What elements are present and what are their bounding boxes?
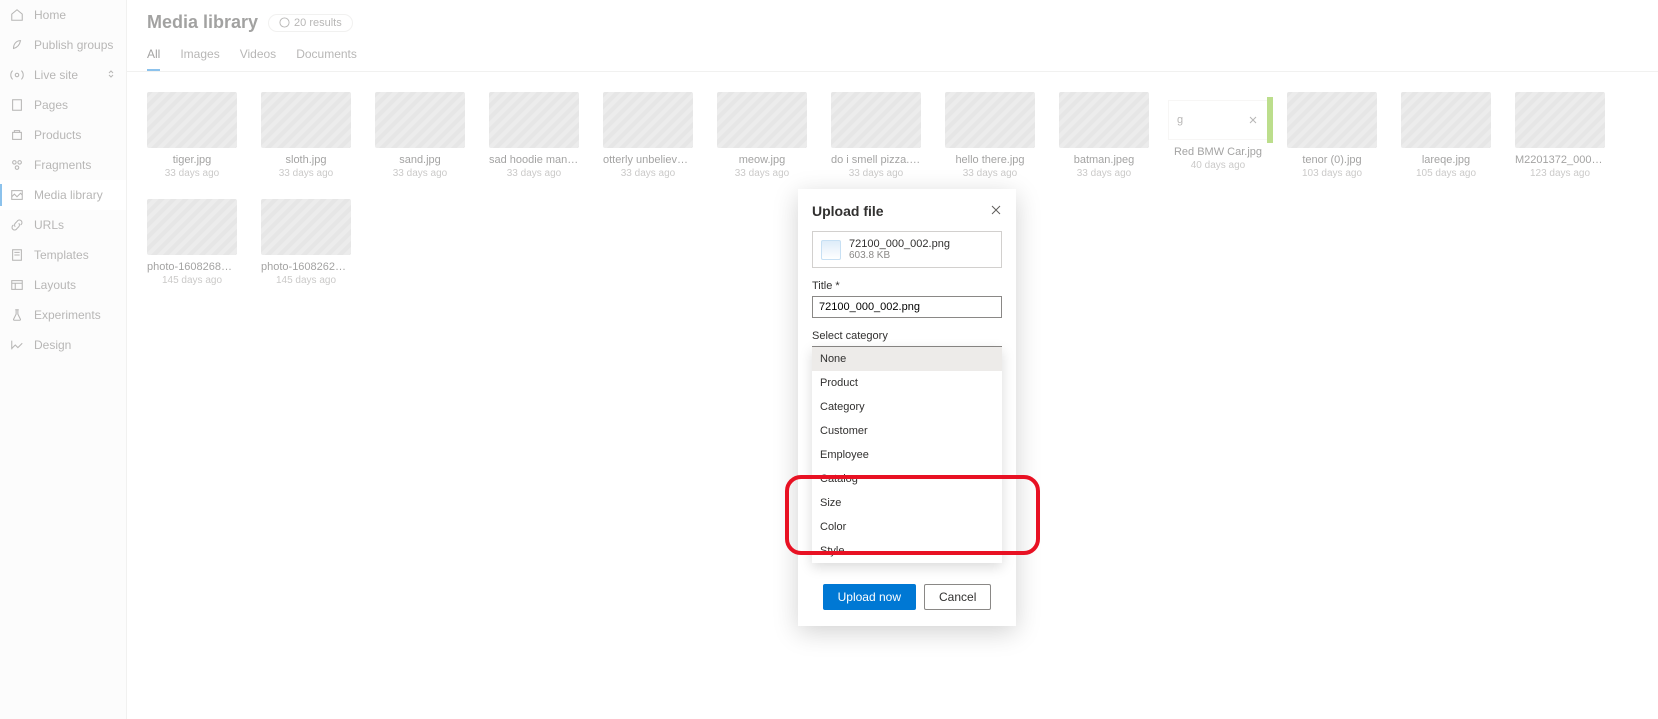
- upload-file-modal: Upload file 72100_000_002.png 603.8 KB T…: [798, 189, 1016, 626]
- category-option[interactable]: None: [812, 347, 1002, 371]
- title-input[interactable]: [812, 296, 1002, 318]
- modal-header: Upload file: [812, 203, 1002, 219]
- category-dropdown: NoneProductCategoryCustomerEmployeeCatal…: [812, 347, 1002, 563]
- modal-title: Upload file: [812, 203, 884, 219]
- category-option[interactable]: Product: [812, 371, 1002, 395]
- modal-footer: Upload now Cancel: [812, 584, 1002, 610]
- title-field-label: Title *: [812, 280, 1002, 292]
- category-option[interactable]: Style: [812, 539, 1002, 563]
- cancel-button[interactable]: Cancel: [924, 584, 991, 610]
- file-info: 72100_000_002.png 603.8 KB: [812, 231, 1002, 268]
- category-field-label: Select category: [812, 330, 1002, 342]
- file-name: 72100_000_002.png: [849, 238, 950, 250]
- category-option[interactable]: Color: [812, 515, 1002, 539]
- upload-now-button[interactable]: Upload now: [823, 584, 916, 610]
- category-option[interactable]: Category: [812, 395, 1002, 419]
- category-option[interactable]: Customer: [812, 419, 1002, 443]
- category-option[interactable]: Employee: [812, 443, 1002, 467]
- file-size: 603.8 KB: [849, 250, 950, 261]
- modal-close-button[interactable]: [990, 204, 1002, 219]
- image-file-icon: [821, 240, 841, 260]
- category-option[interactable]: Size: [812, 491, 1002, 515]
- category-option[interactable]: Catalog: [812, 467, 1002, 491]
